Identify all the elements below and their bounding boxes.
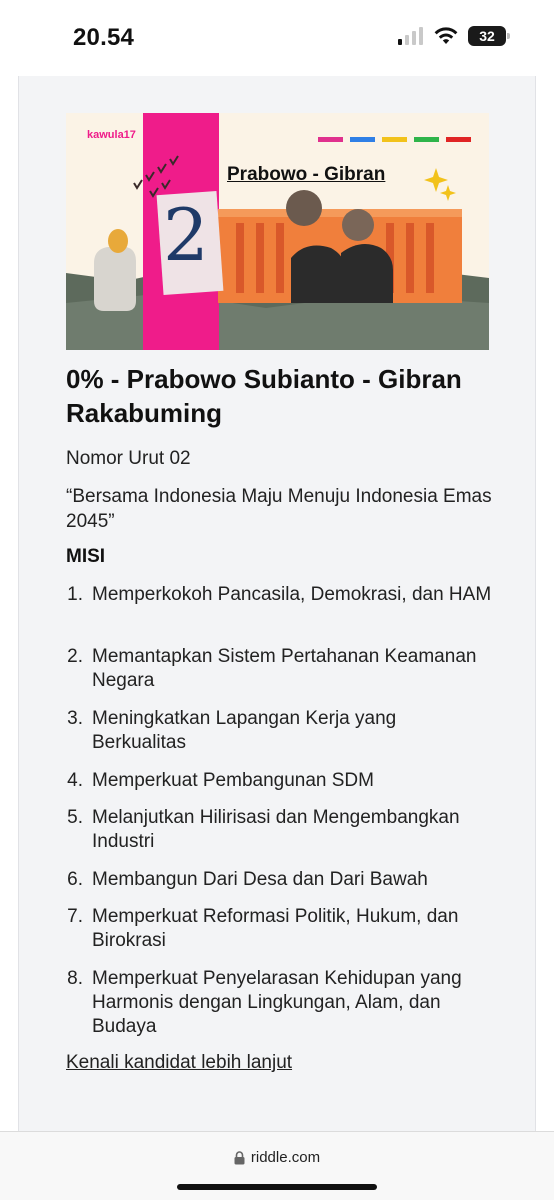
banner-candidates-text: Prabowo - Gibran [227,164,386,185]
misi-item-number: 2. [67,646,83,667]
misi-item: 8. Memperkuat Penyelarasan Kehidupan yan… [66,967,496,1041]
misi-list: 1. Memperkokoh Pancasila, Demokrasi, dan… [66,583,496,1041]
misi-item: 4. Memperkuat Pembangunan SDM [66,769,496,806]
misi-item-number: 8. [67,968,83,989]
brand-logo: kawula17 [87,129,136,141]
candidate-title: 0% - Prabowo Subianto - Gibran Rakabumin… [66,364,462,428]
misi-item-text: Meningkatkan Lapangan Kerja yang Berkual… [92,708,397,753]
misi-item-text: Melanjutkan Hilirisasi dan Mengembangkan… [92,807,460,852]
browser-bottom-bar: riddle.com [0,1131,554,1200]
misi-item-text: Memperkuat Reformasi Politik, Hukum, dan… [92,906,459,951]
misi-item-number: 1. [67,584,83,605]
candidate-number: Nomor Urut 02 [66,448,191,469]
banner-number: 2 [163,193,209,277]
misi-item-number: 3. [67,708,83,729]
misi-item-number: 7. [67,906,83,927]
system-icons: 32 [398,26,510,46]
misi-item-number: 5. [67,807,83,828]
candidate-content: 0% - Prabowo Subianto - Gibran Rakabumin… [66,362,506,430]
misi-item: 6. Membangun Dari Desa dan Dari Bawah [66,868,496,905]
wifi-icon [434,27,458,44]
misi-item-text: Memantapkan Sistem Pertahanan Keamanan N… [92,646,477,691]
home-indicator[interactable] [177,1184,377,1190]
misi-item: 2. Memantapkan Sistem Pertahanan Keamana… [66,645,496,707]
clock: 20.54 [73,24,135,51]
signal-icon [398,27,423,45]
misi-item-text: Memperkokoh Pancasila, Demokrasi, dan HA… [92,584,492,605]
star-icon [424,168,448,192]
status-bar: 20.54 32 [0,0,554,76]
address-bar[interactable]: riddle.com [0,1149,554,1166]
misi-item-text: Memperkuat Pembangunan SDM [92,770,374,791]
banner-illustration [66,113,489,350]
misi-item-text: Membangun Dari Desa dan Dari Bawah [92,869,428,890]
learn-more-link[interactable]: Kenali kandidat lebih lanjut [66,1052,292,1074]
candidate-slogan: “Bersama Indonesia Maju Menuju Indonesia… [66,486,492,532]
misi-item: 5. Melanjutkan Hilirisasi dan Mengembang… [66,806,496,868]
battery-indicator: 32 [468,26,510,46]
misi-item: 3. Meningkatkan Lapangan Kerja yang Berk… [66,707,496,769]
misi-item: 1. Memperkokoh Pancasila, Demokrasi, dan… [66,583,496,645]
lock-icon [234,1150,245,1164]
url-text: riddle.com [250,1149,321,1166]
misi-item-number: 6. [67,869,83,890]
misi-item-number: 4. [67,770,83,791]
misi-item: 7. Memperkuat Reformasi Politik, Hukum, … [66,905,496,967]
candidate-banner: kawula17 Prabowo - Gibran 2 [66,113,489,350]
misi-heading: MISI [66,546,106,567]
misi-item-text: Memperkuat Penyelarasan Kehidupan yang H… [92,968,462,1037]
